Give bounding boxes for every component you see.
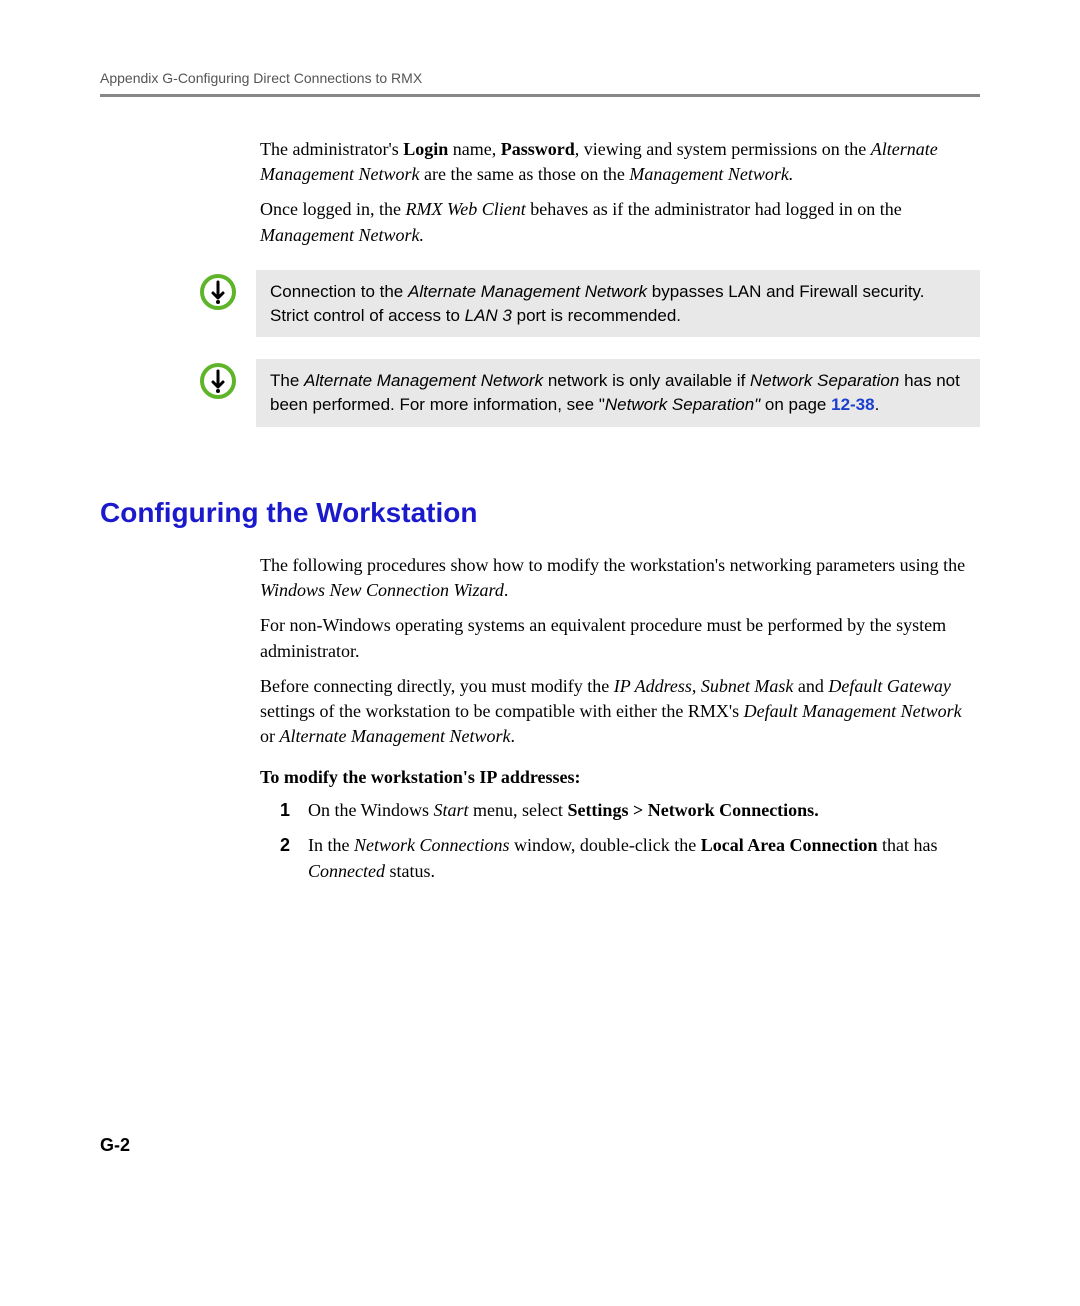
section-heading: Configuring the Workstation <box>100 497 980 529</box>
text-bold: Password <box>501 139 575 159</box>
text: . <box>875 395 880 414</box>
text-italic: Start <box>433 800 468 820</box>
text: that has <box>877 835 937 855</box>
text-bold: Local Area Connection <box>701 835 878 855</box>
body-paragraph: The following procedures show how to mod… <box>260 553 980 603</box>
text: are the same as those on the <box>419 164 629 184</box>
text-bold: Settings > Network Connections. <box>567 800 818 820</box>
body-paragraph: For non-Windows operating systems an equ… <box>260 613 980 663</box>
text: In the <box>308 835 354 855</box>
text: The following procedures show how to mod… <box>260 555 965 575</box>
text-italic: Alternate Management Network <box>280 726 511 746</box>
text-italic: Alternate Management Network <box>304 371 543 390</box>
step-2: 2 In the Network Connections window, dou… <box>280 833 980 883</box>
page-link[interactable]: 12-38 <box>831 395 874 414</box>
section-body: The following procedures show how to mod… <box>260 553 980 884</box>
text-italic: LAN 3 <box>465 306 512 325</box>
text: and <box>793 676 828 696</box>
note-box: The Alternate Management Network network… <box>256 359 980 427</box>
text-italic: Connected <box>308 861 385 881</box>
text-italic: Management Network. <box>260 225 424 245</box>
text: network is only available if <box>543 371 750 390</box>
step-text: On the Windows Start menu, select Settin… <box>308 798 819 823</box>
note-2: The Alternate Management Network network… <box>200 359 980 427</box>
text: . <box>510 726 515 746</box>
text: or <box>260 726 280 746</box>
page-number: G-2 <box>100 1135 130 1156</box>
text: status. <box>385 861 435 881</box>
info-icon <box>200 274 236 310</box>
text: , <box>692 676 701 696</box>
text: The administrator's <box>260 139 403 159</box>
header-rule <box>100 94 980 97</box>
intro-block: The administrator's Login name, Password… <box>260 137 980 248</box>
text: The <box>270 371 304 390</box>
text: port is recommended. <box>512 306 681 325</box>
body-paragraph: Before connecting directly, you must mod… <box>260 674 980 750</box>
intro-paragraph-1: The administrator's Login name, Password… <box>260 137 980 187</box>
text-italic: Windows New Connection Wizard <box>260 580 504 600</box>
step-1: 1 On the Windows Start menu, select Sett… <box>280 798 980 823</box>
intro-paragraph-2: Once logged in, the RMX Web Client behav… <box>260 197 980 247</box>
procedure-heading: To modify the workstation's IP addresses… <box>260 767 980 788</box>
info-icon <box>200 363 236 399</box>
text: window, double-click the <box>510 835 701 855</box>
text-italic: Default Gateway <box>828 676 950 696</box>
text: Before connecting directly, you must mod… <box>260 676 614 696</box>
text: menu, select <box>468 800 567 820</box>
text-italic: Default Management Network <box>744 701 962 721</box>
text: On the Windows <box>308 800 433 820</box>
step-text: In the Network Connections window, doubl… <box>308 833 980 883</box>
text: name, <box>448 139 500 159</box>
note-1: Connection to the Alternate Management N… <box>200 270 980 338</box>
text-italic: IP Address <box>614 676 692 696</box>
text-italic: Network Connections <box>354 835 510 855</box>
text-italic: Management Network. <box>629 164 793 184</box>
text-italic: Network Separation" <box>605 395 760 414</box>
text: Once logged in, the <box>260 199 405 219</box>
text-italic: Subnet Mask <box>701 676 793 696</box>
text-italic: Alternate Management Network <box>408 282 647 301</box>
step-number: 1 <box>280 798 290 823</box>
text: Connection to the <box>270 282 408 301</box>
text: on page <box>760 395 831 414</box>
note-box: Connection to the Alternate Management N… <box>256 270 980 338</box>
text: . <box>504 580 509 600</box>
running-header: Appendix G-Configuring Direct Connection… <box>100 70 980 86</box>
text: settings of the workstation to be compat… <box>260 701 744 721</box>
text: behaves as if the administrator had logg… <box>526 199 902 219</box>
text-italic: Network Separation <box>750 371 899 390</box>
page: Appendix G-Configuring Direct Connection… <box>0 0 1080 1306</box>
text-italic: RMX Web Client <box>405 199 525 219</box>
step-number: 2 <box>280 833 290 883</box>
text-bold: Login <box>403 139 448 159</box>
text: , viewing and system permissions on the <box>575 139 871 159</box>
